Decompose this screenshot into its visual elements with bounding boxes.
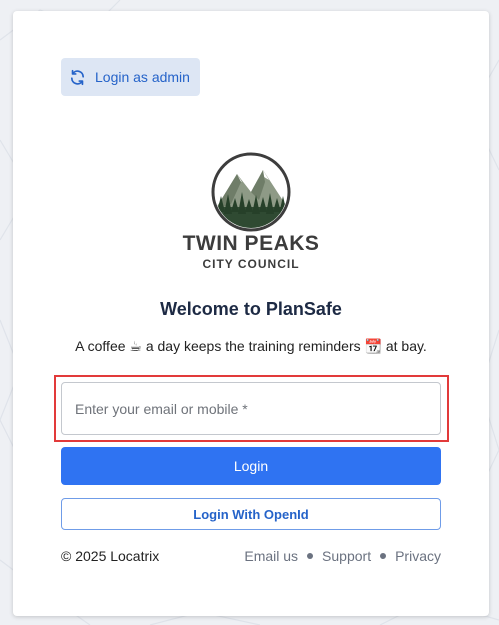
separator-dot — [307, 553, 314, 559]
email-us-link[interactable]: Email us — [244, 548, 298, 564]
login-button[interactable]: Login — [61, 447, 441, 485]
login-as-admin-label: Login as admin — [95, 69, 190, 85]
footer-links: Email us Support Privacy — [244, 548, 441, 564]
separator-dot — [380, 553, 387, 559]
support-link[interactable]: Support — [322, 548, 371, 564]
login-card: Login as admin TWIN PEAKS CITY COUNCIL W… — [13, 11, 489, 616]
privacy-link[interactable]: Privacy — [395, 548, 441, 564]
login-as-admin-button[interactable]: Login as admin — [61, 58, 200, 96]
twin-peaks-logo — [211, 152, 291, 232]
refresh-icon — [69, 69, 86, 86]
brand-subtitle: CITY COUNCIL — [202, 257, 300, 271]
tagline: A coffee ☕ a day keeps the training remi… — [75, 338, 427, 354]
email-input[interactable] — [61, 382, 441, 435]
login-openid-button[interactable]: Login With OpenId — [61, 498, 441, 530]
copyright: © 2025 Locatrix — [61, 548, 160, 564]
page-title: Welcome to PlanSafe — [160, 299, 342, 319]
brand-name: TWIN PEAKS — [182, 232, 320, 255]
